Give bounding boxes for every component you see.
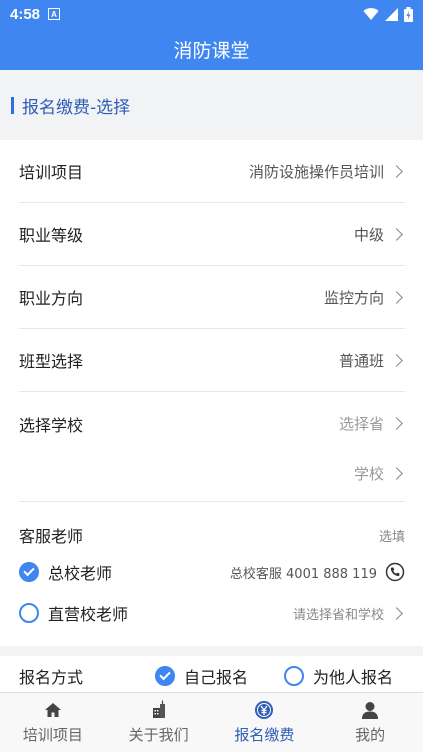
signal-icon [385,7,398,21]
signup-method-label: 报名方式 [19,668,84,687]
tab-mine[interactable]: 我的 [317,693,423,752]
app-title-bar: 消防课堂 [0,28,423,70]
row-class-type[interactable]: 班型选择 普通班 [19,329,405,392]
chevron-right-icon [390,417,403,430]
row-value: 中级 [354,224,405,245]
status-icons [363,6,413,22]
service-title: 客服老师 [19,527,84,546]
row-value: 监控方向 [324,287,405,308]
signup-method-row: 报名方式 自己报名 为他人报名 [0,656,423,696]
status-time: 4:58 [10,5,41,23]
option-label: 直营校老师 [48,605,129,624]
row-job-level[interactable]: 职业等级 中级 [19,203,405,266]
home-icon [44,703,61,717]
chevron-right-icon [390,466,403,480]
tab-training-project[interactable]: 培训项目 [0,693,106,752]
battery-icon [404,6,413,22]
building-icon [152,700,165,718]
row-label: 职业等级 [19,226,84,245]
radio-circle-icon[interactable] [284,666,305,686]
option-self-signup[interactable]: 自己报名 [155,664,248,688]
wifi-icon [363,8,379,20]
tab-label: 我的 [355,726,386,744]
check-circle-icon[interactable] [19,562,39,582]
option-label: 总校老师 [48,564,113,583]
user-icon [362,702,379,719]
service-teacher-card: 客服老师 选填 总校老师 总校客服 4001 888 119 直营校老师 请选择… [0,504,423,646]
tab-signup-payment[interactable]: 报名缴费 [212,693,318,752]
bottom-tab-bar: 培训项目 关于我们 报名缴费 我的 [0,692,423,752]
row-label: 班型选择 [19,352,84,371]
chevron-right-icon [390,353,403,367]
status-bar: 4:58 A [0,0,423,28]
row-value: 普通班 [339,350,405,371]
tab-about-us[interactable]: 关于我们 [106,693,212,752]
branch-hint: 请选择省和学校 [293,604,405,623]
chevron-right-icon [390,227,403,241]
row-training-project[interactable]: 培训项目 消防设施操作员培训 [19,140,405,203]
row-label: 选择学校 [19,415,84,435]
row-job-direction[interactable]: 职业方向 监控方向 [19,266,405,329]
check-circle-icon[interactable] [155,666,176,686]
row-value: 选择省 [339,413,405,434]
option-head-office-teacher[interactable]: 总校老师 总校客服 4001 888 119 [19,552,405,592]
tab-label: 关于我们 [128,726,189,744]
row-label: 职业方向 [19,289,84,308]
option-others-signup[interactable]: 为他人报名 [284,664,393,688]
section-header: 报名缴费-选择 [0,70,423,140]
chevron-right-icon [390,606,403,620]
phone-icon[interactable] [385,562,405,582]
option-branch-teacher[interactable]: 直营校老师 请选择省和学校 [19,593,405,633]
notification-icon: A [48,8,61,20]
row-value: 消防设施操作员培训 [249,161,405,182]
row-label: 培训项目 [19,163,84,182]
chevron-right-icon [390,164,403,178]
radio-circle-icon[interactable] [19,603,39,623]
section-title: 报名缴费-选择 [22,97,131,118]
option-label: 为他人报名 [313,668,394,687]
app-title: 消防课堂 [173,39,250,62]
section-accent-bar [11,96,14,114]
row-select-school[interactable]: 学校 [19,445,405,502]
tab-label: 报名缴费 [234,726,295,744]
tab-label: 培训项目 [22,726,83,744]
option-label: 自己报名 [184,668,249,687]
row-value: 学校 [354,463,405,484]
optional-hint: 选填 [378,529,405,545]
form-card: 培训项目 消防设施操作员培训 职业等级 中级 职业方向 监控方向 班型选择 普通… [0,140,423,504]
chevron-right-icon [390,290,403,304]
hotline-text: 总校客服 4001 888 119 [230,562,405,582]
yen-payment-icon [255,701,274,719]
